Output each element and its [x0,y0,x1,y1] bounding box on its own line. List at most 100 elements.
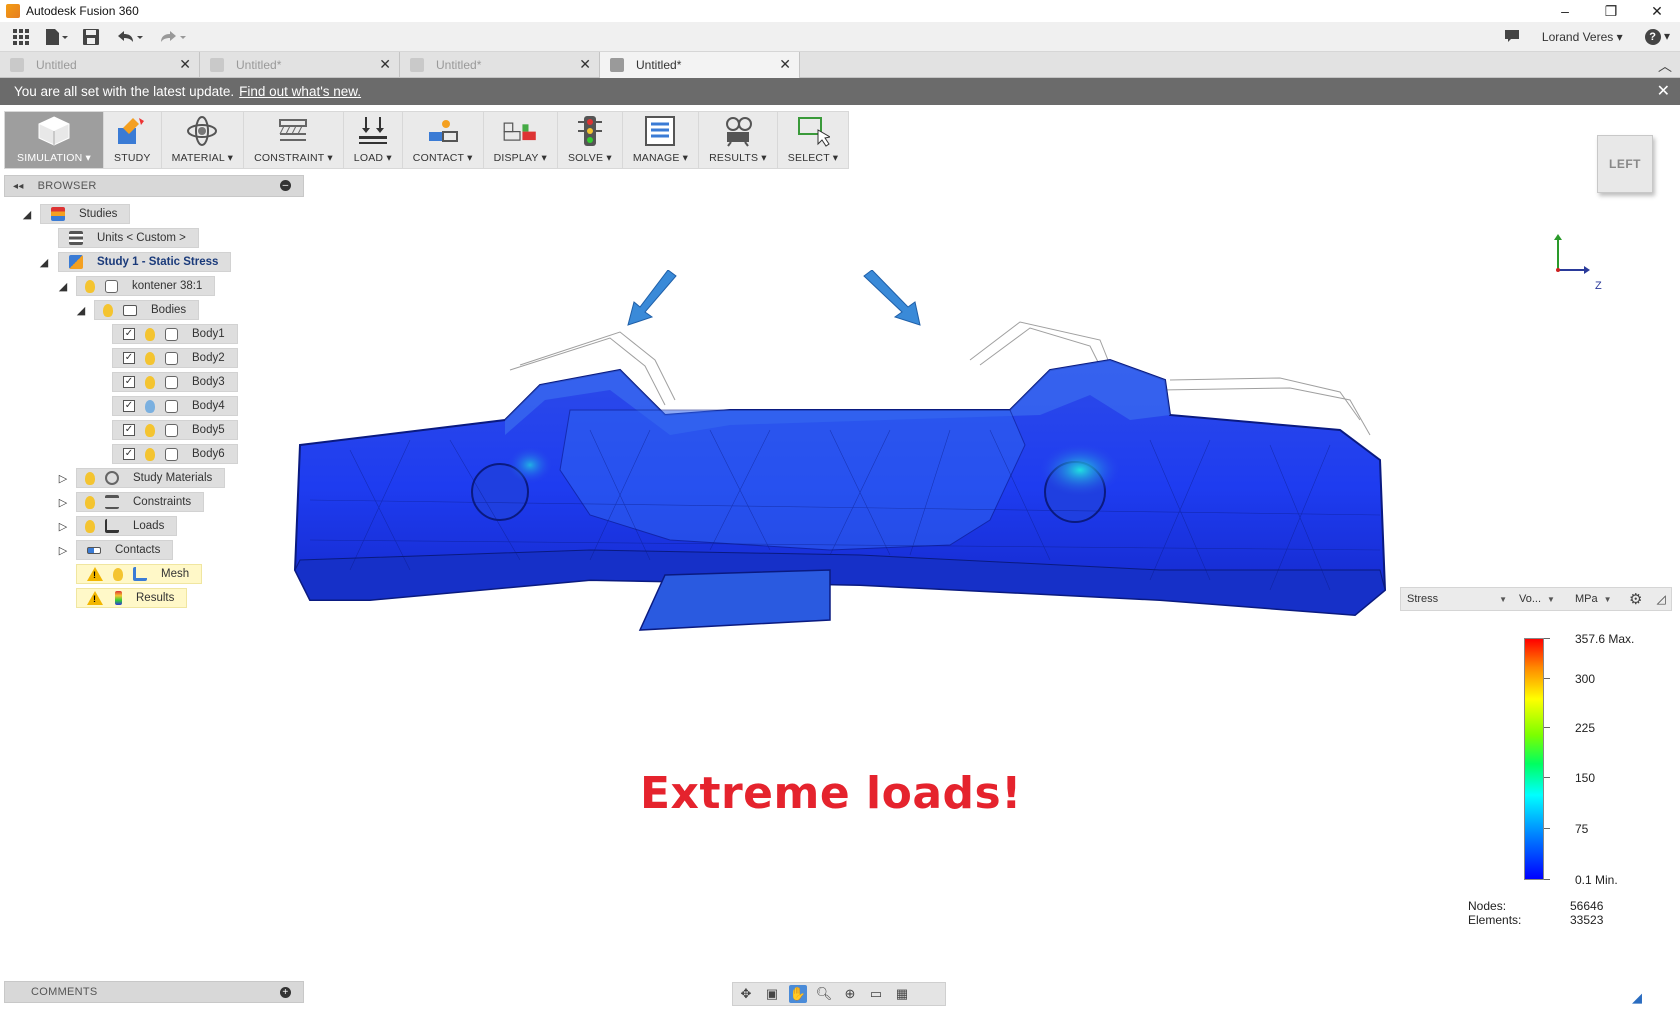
visibility-bulb-icon[interactable] [145,399,155,413]
tree-node-constraints[interactable]: Constraints [76,492,205,512]
gear-icon[interactable]: ⚙ [1629,590,1642,608]
workspace-switcher[interactable]: SIMULATION ▾ [5,112,104,168]
doc-tab[interactable]: Untitled* ✕ [200,52,400,78]
contact-button[interactable]: CONTACT ▾ [403,112,484,168]
tree-node-study-materials[interactable]: Study Materials [76,468,226,488]
expand-toggle-icon[interactable]: ◢ [56,276,70,296]
constraint-button[interactable]: CONSTRAINT ▾ [244,112,344,168]
body-node[interactable]: ✓ Body6 [112,444,238,464]
fit-zoom-icon[interactable]: ⊕ [841,985,859,1003]
result-component-dropdown[interactable]: Vo... ▼ [1513,593,1569,605]
close-banner-icon[interactable]: ✕ [1657,81,1670,101]
look-at-icon[interactable]: ▣ [763,985,781,1003]
app-grid-icon[interactable] [12,24,30,50]
view-cube[interactable]: LEFT [1597,135,1653,193]
tree-node-component[interactable]: kontener 38:1 [76,276,216,296]
doc-tab[interactable]: Untitled ✕ [0,52,200,78]
comment-icon[interactable] [1504,29,1520,46]
expand-toggle-icon[interactable]: ▷ [56,516,70,536]
restore-button[interactable]: ❐ [1588,0,1634,22]
study-button[interactable]: STUDY [104,112,162,168]
tree-node-units[interactable]: Units < Custom > [58,228,199,248]
visibility-bulb-icon[interactable] [85,495,95,509]
minimize-button[interactable]: – [1542,0,1588,22]
close-tab-icon[interactable]: ✕ [179,56,191,73]
expand-toggle-icon[interactable]: ◢ [74,300,88,320]
zoom-icon[interactable]: 🔍︎ [815,985,833,1003]
visibility-bulb-icon[interactable] [145,327,155,341]
body-node[interactable]: ✓ Body4 [112,396,238,416]
loads-node[interactable]: Loads [76,516,178,536]
chevron-up-icon[interactable]: ︿ [1658,56,1672,76]
load-button[interactable]: LOAD ▾ [344,112,403,168]
body-node[interactable]: ✓ Body5 [112,420,238,440]
body-node[interactable]: ✓ Body1 [112,324,238,344]
result-unit-dropdown[interactable]: MPa ▼ [1569,593,1625,605]
checkbox[interactable]: ✓ [123,424,135,436]
tree-node-body[interactable]: ✓ Body6 [112,444,238,464]
add-comment-icon[interactable]: + [280,987,291,998]
close-tab-icon[interactable]: ✕ [579,56,591,73]
result-type-dropdown[interactable]: Stress ▼ [1401,593,1513,605]
tree-node-mesh[interactable]: ! Mesh [76,564,203,584]
select-button[interactable]: SELECT ▾ [778,112,848,168]
display-button[interactable]: DISPLAY ▾ [484,112,558,168]
body-node[interactable]: ✓ Body3 [112,372,238,392]
tree-node-bodies[interactable]: Bodies [94,300,200,320]
visibility-bulb-icon[interactable] [145,351,155,365]
tree-node-loads[interactable]: Loads [76,516,178,536]
material-button[interactable]: MATERIAL ▾ [162,112,245,168]
constraints-node[interactable]: Constraints [76,492,205,512]
visibility-bulb-icon[interactable] [85,519,95,533]
checkbox[interactable]: ✓ [123,376,135,388]
help-menu[interactable]: ? ▾ [1644,29,1670,45]
user-menu[interactable]: Lorand Veres ▾ [1542,30,1623,44]
display-settings-icon[interactable]: ▭ [867,985,885,1003]
component-node[interactable]: kontener 38:1 [76,276,216,296]
grid-icon[interactable]: ▦ [893,985,911,1003]
resize-corner-icon[interactable]: ◿ [1656,592,1665,606]
save-icon[interactable] [82,24,100,50]
file-menu-icon[interactable] [44,24,68,50]
checkbox[interactable]: ✓ [123,328,135,340]
results-node[interactable]: ! Results [76,588,188,608]
expand-toggle-icon[interactable]: ▷ [56,468,70,488]
units-node[interactable]: Units < Custom > [58,228,199,248]
study-node[interactable]: Study 1 - Static Stress [58,252,232,272]
expand-toggle-icon[interactable]: ◢ [37,252,51,272]
tree-node-study[interactable]: Study 1 - Static Stress [58,252,232,272]
tree-node-body[interactable]: ✓ Body3 [112,372,238,392]
checkbox[interactable]: ✓ [123,400,135,412]
studies-node[interactable]: Studies [40,204,131,224]
doc-tab-active[interactable]: Untitled* ✕ [600,52,800,78]
minimize-browser-icon[interactable]: – [280,180,291,191]
tree-node-body[interactable]: ✓ Body5 [112,420,238,440]
visibility-bulb-icon[interactable] [145,447,155,461]
checkbox[interactable]: ✓ [123,352,135,364]
visibility-bulb-icon[interactable] [85,471,95,485]
simulation-model[interactable] [290,270,1390,690]
orbit-icon[interactable]: ✥ [737,985,755,1003]
close-tab-icon[interactable]: ✕ [779,56,791,73]
comments-panel[interactable]: COMMENTS + [4,981,304,1003]
close-tab-icon[interactable]: ✕ [379,56,391,73]
mesh-node[interactable]: ! Mesh [76,564,203,584]
expand-toggle-icon[interactable]: ◢ [20,204,34,224]
redo-icon[interactable] [158,24,188,50]
tree-node-contacts[interactable]: Contacts [76,540,174,560]
tree-node-results[interactable]: ! Results [76,588,188,608]
visibility-bulb-icon[interactable] [145,375,155,389]
results-button[interactable]: RESULTS ▾ [699,112,778,168]
expand-toggle-icon[interactable]: ▷ [56,540,70,560]
tree-node-body[interactable]: ✓ Body4 [112,396,238,416]
study-materials-node[interactable]: Study Materials [76,468,226,488]
visibility-bulb-icon[interactable] [145,423,155,437]
expand-toggle-icon[interactable]: ▷ [56,492,70,512]
manage-button[interactable]: MANAGE ▾ [623,112,700,168]
checkbox[interactable]: ✓ [123,448,135,460]
tree-node-body[interactable]: ✓ Body1 [112,324,238,344]
visibility-bulb-icon[interactable] [85,279,95,293]
whats-new-link[interactable]: Find out what's new. [239,84,361,99]
body-node[interactable]: ✓ Body2 [112,348,238,368]
tree-node-body[interactable]: ✓ Body2 [112,348,238,368]
